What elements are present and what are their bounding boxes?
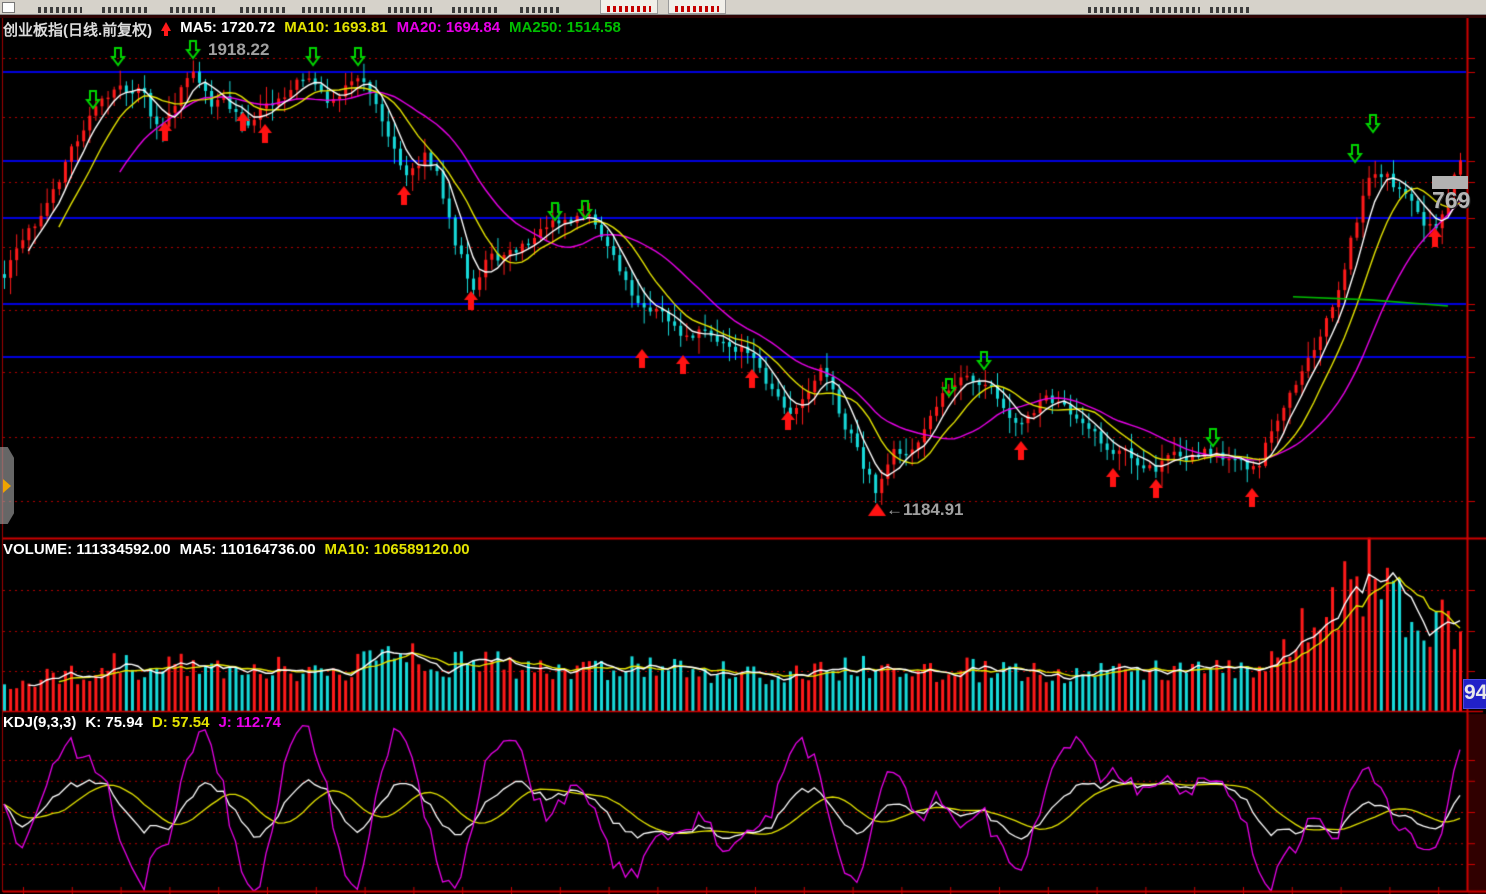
ma10-label: MA10: 1693.81	[284, 19, 388, 36]
menu-item-cutoff[interactable]	[38, 7, 82, 13]
volume-header: VOLUME: 111334592.00 MA5: 110164736.00 M…	[3, 541, 470, 558]
main-chart-header: 创业板指(日线.前复权) MA5: 1720.72 MA10: 1693.81 …	[3, 19, 621, 40]
kdj-k-value: K: 75.94	[85, 714, 143, 731]
expand-arrow-icon	[3, 479, 11, 493]
ma20-label: MA20: 1694.84	[396, 19, 501, 36]
low-price-annotation: ←1184.91	[886, 500, 964, 519]
instrument-title: 创业板指(日线.前复权)	[3, 22, 153, 39]
last-price-tag: 769	[1432, 176, 1471, 213]
menu-item-cutoff[interactable]	[452, 7, 498, 13]
trading-terminal-window: 创业板指(日线.前复权) MA5: 1720.72 MA10: 1693.81 …	[0, 0, 1486, 894]
menu-item-cutoff[interactable]	[1210, 7, 1252, 13]
volume-ma10-value: MA10: 106589120.00	[324, 541, 470, 558]
kdj-title: KDJ(9,3,3)	[3, 714, 77, 731]
menu-item-cutoff[interactable]	[102, 7, 148, 13]
menu-item-cutoff[interactable]	[388, 7, 432, 13]
menu-bar	[0, 0, 1486, 15]
up-arrow-icon	[161, 22, 172, 36]
menu-item-cutoff[interactable]	[520, 7, 562, 13]
last-price-value: 769	[1432, 187, 1471, 213]
ma5-label: MA5: 1720.72	[180, 19, 276, 36]
volume-right-axis-label: 94	[1463, 679, 1486, 709]
chart-canvas[interactable]	[0, 0, 1486, 894]
menu-item-cutoff[interactable]	[1088, 7, 1140, 13]
menu-item-cutoff[interactable]	[1150, 7, 1200, 13]
kdj-j-value: J: 112.74	[218, 714, 282, 731]
app-icon	[2, 2, 15, 13]
menu-button-red-2[interactable]	[668, 0, 726, 14]
high-price-annotation: 1918.22	[208, 40, 270, 59]
kdj-d-value: D: 57.54	[151, 714, 210, 731]
kdj-header: KDJ(9,3,3) K: 75.94 D: 57.54 J: 112.74	[3, 714, 281, 731]
menu-button-red-1[interactable]	[600, 0, 658, 14]
volume-ma5-value: MA5: 110164736.00	[179, 541, 316, 558]
volume-value: VOLUME: 111334592.00	[3, 541, 171, 558]
ma250-label: MA250: 1514.58	[509, 19, 621, 36]
menu-item-cutoff[interactable]	[302, 7, 366, 13]
sidebar-expand-handle[interactable]	[0, 447, 14, 524]
menu-item-cutoff[interactable]	[170, 7, 216, 13]
menu-item-cutoff[interactable]	[240, 7, 288, 13]
